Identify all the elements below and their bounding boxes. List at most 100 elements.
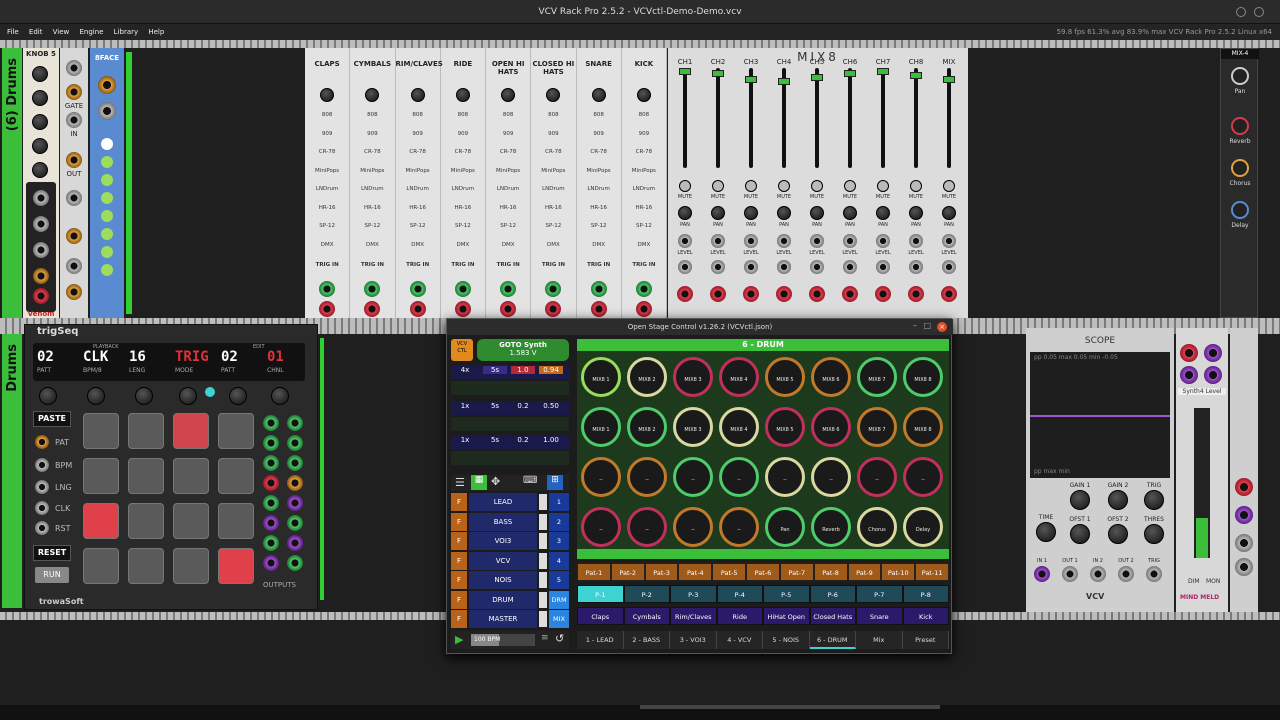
- osc-knob[interactable]: MIX8 5 panning: [765, 407, 805, 473]
- drum-option[interactable]: LNDrum: [622, 186, 666, 205]
- drum-name-button[interactable]: Ride: [716, 607, 763, 625]
- knob[interactable]: [135, 387, 153, 405]
- step-pad[interactable]: [218, 503, 254, 539]
- step-pad[interactable]: [173, 548, 209, 584]
- knob[interactable]: [179, 387, 197, 405]
- channel-fx-button[interactable]: F: [451, 532, 467, 550]
- drum-option[interactable]: SP-12: [577, 223, 621, 242]
- trig-in-jack[interactable]: [454, 280, 471, 297]
- close-icon[interactable]: ×: [937, 322, 947, 332]
- drum-option[interactable]: LNDrum: [396, 186, 440, 205]
- scope-knob[interactable]: [1036, 522, 1056, 542]
- drum-knob[interactable]: [365, 88, 380, 102]
- knob[interactable]: [32, 66, 48, 82]
- step-pad[interactable]: [83, 413, 119, 449]
- drum-option[interactable]: HR-16: [396, 205, 440, 224]
- drum-knob[interactable]: [410, 88, 425, 102]
- output-jack[interactable]: [287, 475, 303, 491]
- menu-file[interactable]: File: [7, 24, 19, 40]
- led[interactable]: [101, 264, 113, 276]
- channel-name[interactable]: DRUM: [469, 590, 537, 609]
- fader-handle[interactable]: [712, 70, 724, 77]
- jack[interactable]: [35, 501, 49, 515]
- mute-button[interactable]: [679, 180, 691, 192]
- drum-option[interactable]: DMX: [350, 242, 394, 261]
- mute-button[interactable]: [877, 180, 889, 192]
- jack[interactable]: [942, 234, 956, 248]
- output-jack[interactable]: [287, 515, 303, 531]
- osc-knob[interactable]: MIX8 5: [765, 357, 805, 397]
- drum-name-button[interactable]: Snare: [856, 607, 903, 625]
- osc-knob[interactable]: --: [811, 457, 851, 497]
- drum-option[interactable]: HR-16: [486, 205, 530, 224]
- knob[interactable]: [229, 387, 247, 405]
- output-jack[interactable]: [263, 495, 279, 511]
- jack[interactable]: [744, 234, 758, 248]
- channel-select-button[interactable]: 4: [549, 551, 569, 570]
- osc-knob[interactable]: MIX8 7: [857, 357, 897, 397]
- step-pad[interactable]: [173, 458, 209, 494]
- bpm-slider[interactable]: 100 BPM: [471, 634, 535, 646]
- osc-knob[interactable]: MIX8 4: [719, 357, 759, 397]
- osc-knob[interactable]: MIX8 4 panning: [719, 407, 759, 473]
- led[interactable]: [101, 210, 113, 222]
- pan-knob[interactable]: [744, 206, 758, 220]
- osc-param-value[interactable]: 4x: [453, 366, 477, 374]
- fader-handle[interactable]: [943, 76, 955, 83]
- jack[interactable]: [35, 480, 49, 494]
- fader-handle[interactable]: [745, 76, 757, 83]
- pan-knob[interactable]: [678, 206, 692, 220]
- step-pad[interactable]: [128, 548, 164, 584]
- preset-button[interactable]: P-5: [763, 585, 810, 603]
- jack[interactable]: [1180, 366, 1198, 384]
- jack[interactable]: [810, 260, 824, 274]
- drum-option[interactable]: HR-16: [531, 205, 575, 224]
- drum-option[interactable]: 808: [486, 112, 530, 131]
- trig-in-jack[interactable]: [590, 280, 607, 297]
- paste-button[interactable]: PASTE: [33, 411, 71, 427]
- knob[interactable]: [32, 138, 48, 154]
- output-jack[interactable]: [287, 555, 303, 571]
- jack[interactable]: [909, 234, 923, 248]
- osc-knob[interactable]: --: [719, 457, 759, 497]
- pattern-button[interactable]: Pat-7: [779, 563, 814, 581]
- osc-knob[interactable]: --: [627, 457, 667, 497]
- osc-knob[interactable]: --: [719, 507, 759, 547]
- preset-button[interactable]: P-8: [902, 585, 949, 603]
- jack[interactable]: [876, 234, 890, 248]
- trig-in-jack[interactable]: [409, 280, 426, 297]
- delay-knob[interactable]: [1231, 201, 1249, 219]
- scope-knob[interactable]: [1144, 524, 1164, 544]
- channel-level[interactable]: [539, 513, 547, 530]
- drum-option[interactable]: DMX: [441, 242, 485, 261]
- drum-option[interactable]: MiniPops: [486, 168, 530, 187]
- trig-in-jack[interactable]: [500, 280, 517, 297]
- trig-in-jack[interactable]: [635, 280, 652, 297]
- drum-knob[interactable]: [455, 88, 470, 102]
- jack[interactable]: [66, 228, 82, 244]
- scope-jack[interactable]: [1062, 566, 1078, 582]
- layout-icon[interactable]: ⊞: [547, 475, 563, 490]
- jack[interactable]: [35, 521, 49, 535]
- pattern-button[interactable]: Pat-3: [644, 563, 679, 581]
- drum-option[interactable]: CR-78: [577, 149, 621, 168]
- drum-option[interactable]: 808: [305, 112, 349, 131]
- scope-knob[interactable]: [1108, 490, 1128, 510]
- drum-name-button[interactable]: Claps: [577, 607, 624, 625]
- drum-option[interactable]: LNDrum: [577, 186, 621, 205]
- jack[interactable]: [33, 288, 49, 304]
- channel-fx-button[interactable]: F: [451, 512, 467, 531]
- pan-knob[interactable]: [711, 206, 725, 220]
- jack[interactable]: [33, 216, 49, 232]
- jack[interactable]: [809, 286, 825, 302]
- step-pad[interactable]: [128, 458, 164, 494]
- preset-button[interactable]: P-7: [856, 585, 903, 603]
- jack[interactable]: [876, 260, 890, 274]
- tab-7[interactable]: Mix: [856, 631, 903, 649]
- channel-fx-button[interactable]: F: [451, 610, 467, 628]
- channel-name[interactable]: VCV: [469, 551, 537, 570]
- drum-option[interactable]: HR-16: [305, 205, 349, 224]
- maximize-icon[interactable]: [1254, 7, 1264, 17]
- jack[interactable]: [875, 286, 891, 302]
- menu-library[interactable]: Library: [114, 24, 138, 40]
